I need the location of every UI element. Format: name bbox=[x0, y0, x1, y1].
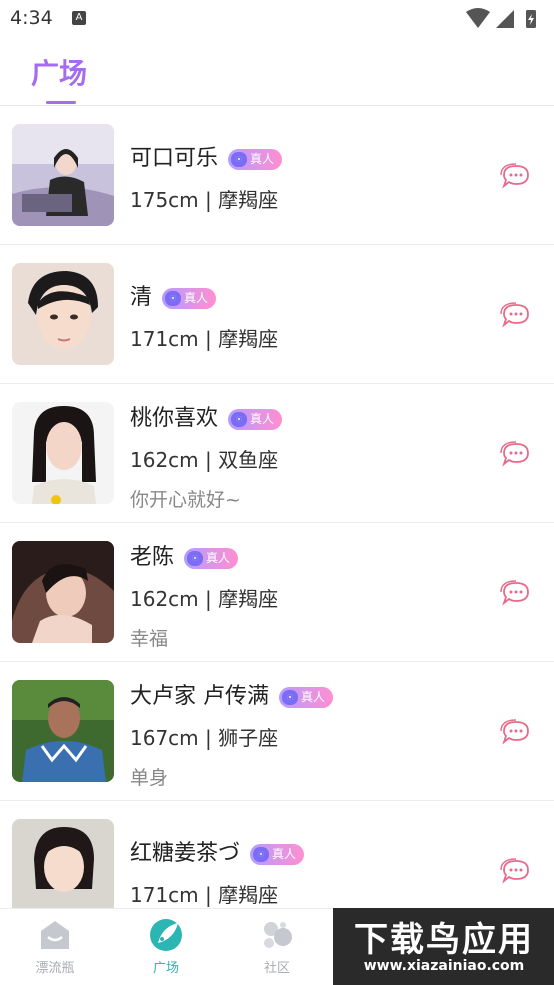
nav-item-plaza[interactable]: 广场 bbox=[126, 917, 206, 976]
watermark-url: www.xiazainiao.com bbox=[363, 958, 525, 974]
user-row[interactable]: 老陈 真人 162cm | 摩羯座 幸福 bbox=[0, 523, 554, 662]
chat-icon[interactable] bbox=[500, 441, 532, 467]
eye-icon bbox=[231, 411, 248, 427]
nav-label-plaza: 广场 bbox=[152, 961, 179, 976]
verified-badge: 真人 bbox=[250, 843, 305, 865]
verified-badge: 真人 bbox=[162, 287, 217, 309]
verified-badge-label: 真人 bbox=[184, 290, 209, 305]
user-name: 红糖姜茶づ 真人 bbox=[130, 835, 305, 867]
chat-bubble-icon-svg bbox=[500, 302, 529, 328]
chat-bubble-icon-svg bbox=[500, 580, 529, 606]
user-name: 可口可乐 真人 bbox=[130, 140, 283, 172]
verified-badge: 真人 bbox=[228, 408, 283, 430]
user-info: 162cm | 双鱼座 bbox=[130, 448, 279, 472]
community-icon bbox=[259, 917, 295, 953]
status-icons bbox=[464, 8, 544, 28]
chat-icon[interactable] bbox=[500, 858, 532, 884]
watermark: 下载鸟应用 www.xiazainiao.com bbox=[333, 908, 554, 985]
user-info: 171cm | 摩羯座 bbox=[130, 883, 279, 907]
user-row[interactable]: 桃你喜欢 真人 162cm | 双鱼座 你开心就好~ bbox=[0, 384, 554, 523]
nav-label-community: 社区 bbox=[263, 961, 290, 976]
user-name-text: 老陈 bbox=[130, 545, 175, 570]
chat-bubble-icon-svg bbox=[500, 163, 529, 189]
verified-badge-label: 真人 bbox=[250, 151, 275, 166]
user-list: 可口可乐 真人 175cm | 摩羯座 清 真人 171cm | 摩羯座 桃你喜… bbox=[0, 106, 554, 908]
eye-icon bbox=[187, 550, 204, 566]
watermark-title: 下载鸟应用 bbox=[354, 920, 534, 960]
chat-icon[interactable] bbox=[500, 580, 532, 606]
user-name-text: 大卢家 卢传满 bbox=[130, 684, 269, 709]
user-signature: 幸福 bbox=[130, 628, 169, 650]
avatar[interactable] bbox=[12, 263, 114, 365]
user-row[interactable]: 红糖姜茶づ 真人 171cm | 摩羯座 bbox=[0, 801, 554, 908]
nav-label-drift-bottle: 漂流瓶 bbox=[35, 961, 75, 976]
tab-plaza[interactable]: 广场 bbox=[31, 52, 87, 92]
signal-icon bbox=[496, 10, 514, 28]
user-name: 老陈 真人 bbox=[130, 539, 239, 571]
nav-item-community[interactable]: 社区 bbox=[237, 917, 317, 976]
wifi-icon bbox=[466, 8, 490, 28]
user-info: 167cm | 狮子座 bbox=[130, 726, 279, 750]
avatar[interactable] bbox=[12, 680, 114, 782]
drift-bottle-icon bbox=[37, 917, 73, 953]
notification-a-icon: A bbox=[72, 11, 86, 25]
user-name-text: 清 bbox=[130, 285, 153, 310]
user-row[interactable]: 大卢家 卢传满 真人 167cm | 狮子座 单身 bbox=[0, 662, 554, 801]
chat-icon[interactable] bbox=[500, 719, 532, 745]
verified-badge-label: 真人 bbox=[272, 846, 297, 861]
status-icons-svg bbox=[466, 8, 536, 28]
user-row[interactable]: 可口可乐 真人 175cm | 摩羯座 bbox=[0, 106, 554, 245]
user-name-text: 可口可乐 bbox=[130, 146, 219, 171]
eye-icon bbox=[253, 846, 270, 862]
user-name: 大卢家 卢传满 真人 bbox=[130, 678, 334, 710]
verified-badge: 真人 bbox=[184, 547, 239, 569]
user-name-text: 红糖姜茶づ bbox=[130, 841, 241, 866]
verified-badge-label: 真人 bbox=[250, 411, 275, 426]
status-time: 4:34 bbox=[10, 7, 53, 29]
verified-badge: 真人 bbox=[228, 148, 283, 170]
eye-icon bbox=[282, 689, 298, 705]
avatar[interactable] bbox=[12, 541, 114, 643]
chat-icon[interactable] bbox=[500, 302, 532, 328]
user-row[interactable]: 清 真人 171cm | 摩羯座 bbox=[0, 245, 554, 384]
user-signature: 单身 bbox=[130, 767, 169, 789]
chat-icon[interactable] bbox=[500, 163, 532, 189]
user-name-text: 桃你喜欢 bbox=[130, 406, 219, 431]
user-name: 桃你喜欢 真人 bbox=[130, 400, 283, 432]
plaza-icon bbox=[148, 917, 184, 953]
chat-bubble-icon-svg bbox=[500, 719, 529, 745]
chat-bubble-icon-svg bbox=[500, 441, 529, 467]
verified-badge: 真人 bbox=[279, 686, 334, 708]
user-info: 171cm | 摩羯座 bbox=[130, 327, 279, 351]
verified-badge-label: 真人 bbox=[206, 550, 231, 565]
nav-item-drift-bottle[interactable]: 漂流瓶 bbox=[15, 917, 95, 976]
status-bar: 4:34 A bbox=[0, 0, 554, 38]
eye-icon bbox=[165, 290, 182, 306]
user-name: 清 真人 bbox=[130, 279, 217, 311]
verified-badge-label: 真人 bbox=[301, 689, 326, 704]
chat-bubble-icon-svg bbox=[500, 858, 529, 884]
header: 广场 bbox=[0, 38, 554, 106]
user-info: 175cm | 摩羯座 bbox=[130, 188, 279, 212]
avatar[interactable] bbox=[12, 402, 114, 504]
avatar[interactable] bbox=[12, 819, 114, 908]
avatar[interactable] bbox=[12, 124, 114, 226]
user-info: 162cm | 摩羯座 bbox=[130, 587, 279, 611]
eye-icon bbox=[231, 151, 248, 167]
tab-indicator bbox=[46, 101, 76, 104]
user-signature: 你开心就好~ bbox=[130, 489, 241, 511]
